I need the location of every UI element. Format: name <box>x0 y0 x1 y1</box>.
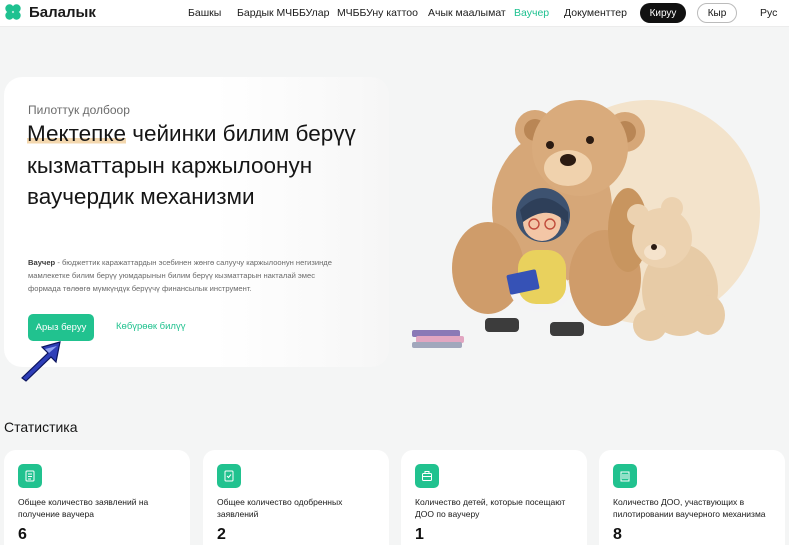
stat-label: Общее количество одобренных заявлений <box>217 497 343 519</box>
language-russian-link[interactable]: Рус <box>760 7 777 19</box>
stats-heading: Статистика <box>4 419 78 435</box>
stat-label: Количество детей, которые посещают ДОО п… <box>415 497 566 519</box>
language-kyrgyz-button[interactable]: Кыр <box>697 3 737 23</box>
stat-card-children: Количество детей, которые посещают ДОО п… <box>401 450 587 545</box>
stat-value: 1 <box>415 526 424 543</box>
nav-voucher[interactable]: Ваучер <box>514 7 549 19</box>
stat-value: 2 <box>217 526 226 543</box>
nav-register-institution[interactable]: МЧББУну каттоо <box>337 7 418 19</box>
document-icon <box>18 464 42 488</box>
learn-more-link[interactable]: Көбүрөөк билүү <box>116 321 185 332</box>
login-button[interactable]: Кируу <box>640 3 686 23</box>
hero-title-highlight: Мектепке <box>27 121 126 146</box>
hero-description: Ваучер - бюджеттик каражаттардын эсебине… <box>28 256 348 295</box>
stat-card-approved: Общее количество одобренных заявлений 2 <box>203 450 389 545</box>
nav-documents[interactable]: Документтер <box>564 7 627 19</box>
stat-card-institutions: Количество ДОО, участвующих в пилотирова… <box>599 450 785 545</box>
stat-label: Количество ДОО, участвующих в пилотирова… <box>613 497 766 519</box>
hero-title: Мектепке чейинки билим берүү кызматтарын… <box>27 118 377 213</box>
brand-name: Балалык <box>29 3 96 21</box>
hero-eyebrow: Пилоттук долбоор <box>28 103 130 117</box>
briefcase-icon <box>415 464 439 488</box>
nav-home[interactable]: Башкы <box>188 7 221 19</box>
stat-label: Общее количество заявлений на получение … <box>18 497 149 519</box>
clover-logo-icon <box>5 4 21 20</box>
hero-description-text: - бюджеттик каражаттардын эсебинен жөнгө… <box>28 258 332 293</box>
stat-value: 8 <box>613 526 622 543</box>
building-icon <box>613 464 637 488</box>
logo[interactable]: Балалык <box>4 3 96 21</box>
hero-illustration <box>412 100 760 348</box>
nav-open-data[interactable]: Ачык маалымат <box>428 7 506 19</box>
apply-button[interactable]: Арыз беруу <box>28 314 94 341</box>
stat-value: 6 <box>18 526 27 543</box>
hero-description-term: Ваучер <box>28 258 56 267</box>
pointer-arrow-icon <box>21 341 61 382</box>
nav-all-institutions[interactable]: Бардык МЧББУлар <box>237 7 329 19</box>
stat-card-applications: Общее количество заявлений на получение … <box>4 450 190 545</box>
top-navbar: Балалык Башкы Бардык МЧББУлар МЧББУну ка… <box>0 0 789 27</box>
approved-document-icon <box>217 464 241 488</box>
